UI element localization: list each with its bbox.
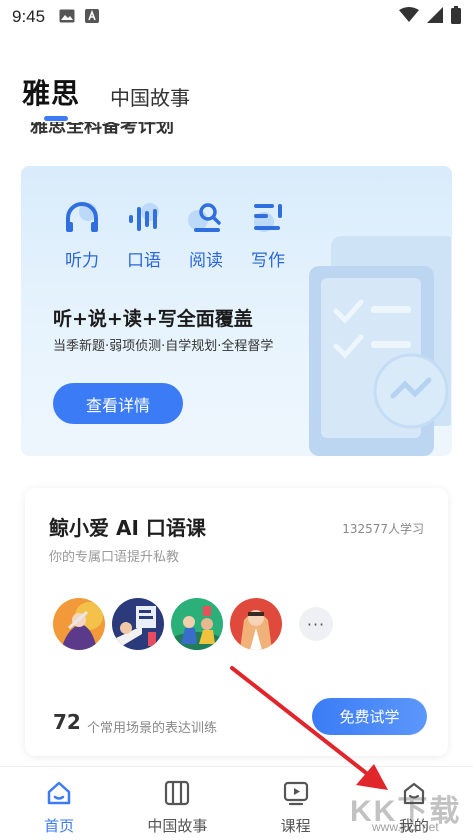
view-details-button[interactable]: 查看详情 [53, 383, 183, 424]
watermark-url: www.kkx.net [372, 820, 439, 834]
scenario-avatar[interactable] [230, 598, 282, 650]
nav-label: 课程 [280, 817, 311, 835]
skill-label: 口语 [127, 251, 161, 271]
book-icon [163, 779, 191, 807]
scenario-description: 个常用场景的表达训练 [87, 721, 218, 736]
status-time: 9:45 [12, 7, 46, 26]
writing-icon [248, 198, 288, 238]
gallery-icon [59, 8, 75, 27]
skill-list: 听力 口语 阅读 写作 [51, 198, 299, 271]
nav-label: 中国故事 [147, 817, 208, 835]
tab-ielts[interactable]: 雅思 [22, 72, 80, 112]
home-icon [45, 779, 73, 807]
scenario-count: 72 [53, 710, 81, 734]
signal-icon [427, 7, 443, 27]
skill-label: 阅读 [189, 251, 223, 271]
banner-headline: 听+说+读+写全面覆盖 [53, 308, 253, 330]
active-tab-indicator [44, 116, 68, 121]
scenario-avatars: ··· [53, 598, 333, 650]
reading-icon [186, 198, 226, 238]
app-notification-icon [85, 8, 100, 27]
skill-reading[interactable]: 阅读 [175, 198, 237, 271]
tab-chinese-story[interactable]: 中国故事 [110, 82, 190, 111]
course-title: 鲸小爱 AI 口语课 [49, 516, 206, 540]
skill-speaking[interactable]: 口语 [113, 198, 175, 271]
scenario-avatar[interactable] [53, 598, 105, 650]
headphones-icon [62, 198, 102, 238]
course-subtitle: 你的专属口语提升私教 [49, 550, 180, 565]
banner-subline: 当季新题·弱项侦测·自学规划·全程督学 [53, 339, 274, 354]
play-icon [282, 779, 310, 807]
ielts-plan-banner[interactable]: 听力 口语 阅读 写作 听+说+读+写全面覆盖 当季新题·弱项侦测·自学规划·全… [21, 166, 452, 456]
free-trial-button[interactable]: 免费试学 [312, 698, 427, 735]
battery-icon [451, 6, 461, 28]
learner-count: 132577人学习 [342, 522, 424, 536]
nav-chinese-story[interactable]: 中国故事 [118, 767, 236, 840]
section-title: 雅思全科备考计划 [30, 122, 174, 137]
scenario-avatar[interactable] [171, 598, 223, 650]
scenario-avatar[interactable] [112, 598, 164, 650]
skill-writing[interactable]: 写作 [237, 198, 299, 271]
skill-listening[interactable]: 听力 [51, 198, 113, 271]
nav-courses[interactable]: 课程 [237, 767, 355, 840]
voice-wave-icon [124, 198, 164, 238]
status-bar: 9:45 [0, 0, 473, 34]
nav-home[interactable]: 首页 [0, 767, 118, 840]
wifi-icon [399, 7, 419, 27]
top-tabs: 雅思 中国故事 [0, 66, 473, 126]
status-indicators [399, 6, 461, 28]
skill-label: 听力 [65, 251, 99, 271]
skill-label: 写作 [251, 251, 285, 271]
checklist-illustration [301, 216, 452, 456]
ai-speaking-course-card[interactable]: 鲸小爱 AI 口语课 132577人学习 你的专属口语提升私教 ··· 72 个… [25, 488, 448, 756]
nav-label: 首页 [44, 817, 75, 835]
more-scenarios-button[interactable]: ··· [299, 607, 333, 641]
